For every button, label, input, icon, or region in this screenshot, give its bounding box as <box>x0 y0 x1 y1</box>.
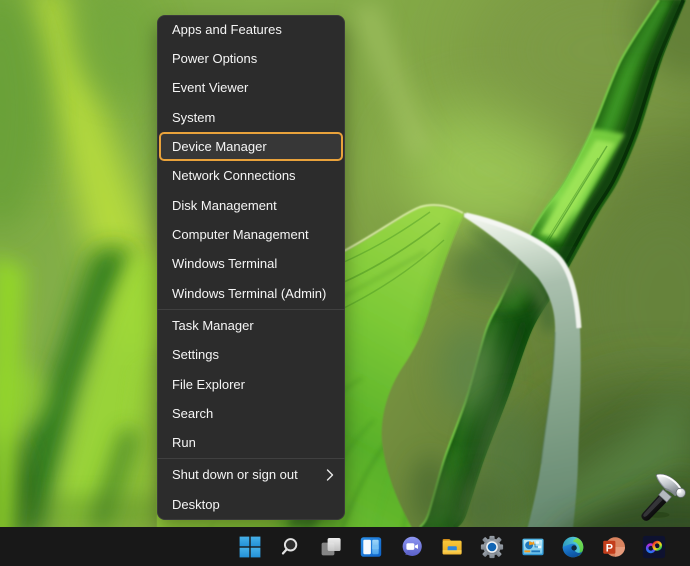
svg-text:P: P <box>605 542 612 554</box>
